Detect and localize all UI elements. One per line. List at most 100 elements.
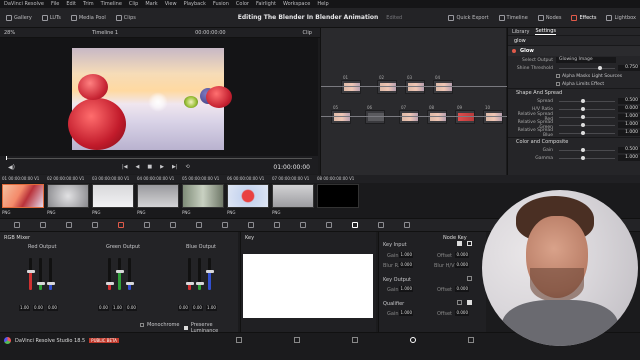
qualifier-mask-icon[interactable] (467, 300, 472, 305)
red-out-blue-handle[interactable] (47, 282, 55, 285)
audio-icon[interactable]: ◀) (8, 164, 15, 171)
curves-icon[interactable] (170, 222, 176, 228)
scrubber[interactable] (6, 158, 312, 159)
key-input-blur-r-value[interactable]: 0.000 (399, 262, 413, 268)
hv-ratio-value[interactable]: 0.000 (618, 106, 640, 112)
node-04[interactable]: 04 (433, 75, 453, 94)
spread-blue-slider[interactable] (559, 130, 615, 135)
key-output-offset-value[interactable]: 0.000 (455, 286, 469, 292)
green-out-red-value[interactable]: 0.00 (98, 305, 109, 311)
menu-item-timeline[interactable]: Timeline (101, 1, 122, 7)
qualifier-gain-value[interactable]: 1.000 (399, 310, 413, 316)
node-09[interactable]: 09 (455, 105, 475, 124)
blue-out-green-handle[interactable] (196, 282, 204, 285)
node-06[interactable]: 06 (365, 105, 385, 124)
blue-out-red-handle[interactable] (186, 282, 194, 285)
key-input-gain-value[interactable]: 1.000 (399, 252, 413, 258)
menu-item-fusion[interactable]: Fusion (213, 1, 229, 7)
menu-item-edit[interactable]: Edit (66, 1, 76, 7)
gain-slider[interactable] (559, 147, 615, 152)
lightbox-button[interactable]: Lightbox (606, 15, 636, 21)
red-out-red-slider[interactable] (29, 258, 32, 290)
clip-thumb-04[interactable] (137, 184, 179, 208)
spread-value[interactable]: 0.500 (618, 98, 640, 104)
blur-icon[interactable] (326, 222, 332, 228)
gamma-slider[interactable] (559, 155, 615, 160)
node-05[interactable]: 05 (331, 105, 351, 124)
qualifier-offset-value[interactable]: 0.000 (455, 310, 469, 316)
node-03[interactable]: 03 (405, 75, 425, 94)
clip-thumb-08[interactable] (317, 184, 359, 208)
reverse-play-button[interactable]: ◀ (136, 164, 140, 170)
shine-threshold-slider[interactable] (559, 65, 615, 70)
hv-ratio-slider[interactable] (559, 106, 615, 111)
blue-out-red-value[interactable]: 0.00 (178, 305, 189, 311)
first-frame-button[interactable]: |◀ (122, 164, 128, 170)
red-out-blue-slider[interactable] (49, 258, 52, 290)
stop-button[interactable]: ■ (147, 164, 152, 170)
quick-export-button[interactable]: Quick Export (448, 15, 489, 21)
spread-slider[interactable] (559, 98, 615, 103)
clip-thumb-05[interactable] (182, 184, 224, 208)
blue-out-blue-handle[interactable] (206, 270, 214, 273)
green-out-red-handle[interactable] (106, 282, 114, 285)
blue-out-green-value[interactable]: 0.00 (192, 305, 203, 311)
spread-blue-value[interactable]: 1.000 (618, 130, 640, 136)
alpha-masks-checkbox[interactable] (556, 74, 560, 78)
monochrome-checkbox[interactable] (140, 323, 144, 327)
shine-threshold-value[interactable]: 0.750 (618, 65, 640, 71)
green-out-green-handle[interactable] (116, 270, 124, 273)
section-shape-spread[interactable]: Shape And Spread (508, 88, 640, 97)
green-out-red-slider[interactable] (108, 258, 111, 290)
menu-item-fairlight[interactable]: Fairlight (256, 1, 276, 7)
menu-item-playback[interactable]: Playback (184, 1, 206, 7)
zoom-dropdown[interactable]: 28% (4, 30, 15, 36)
hdr-icon[interactable] (92, 222, 98, 228)
key-icon[interactable] (352, 222, 358, 228)
qualifier-invert-icon[interactable] (457, 300, 462, 305)
nodes-toggle-button[interactable]: Nodes (537, 15, 561, 21)
page-fusion-icon[interactable] (352, 337, 358, 343)
menu-item-workspace[interactable]: Workspace (283, 1, 310, 7)
menu-item-mark[interactable]: Mark (145, 1, 157, 7)
gain-value[interactable]: 0.500 (618, 147, 640, 153)
key-input-mask-icon[interactable] (467, 241, 472, 246)
alpha-limits-checkbox[interactable] (556, 82, 560, 86)
key-input-offset-value[interactable]: 0.000 (455, 252, 469, 258)
tracker-icon[interactable] (274, 222, 280, 228)
page-fairlight-icon[interactable] (468, 337, 474, 343)
timeline-name-dropdown[interactable]: Timeline 1 (92, 30, 118, 36)
green-out-blue-slider[interactable] (128, 258, 131, 290)
key-output-gain-value[interactable]: 1.000 (399, 286, 413, 292)
node-10[interactable]: 10 (483, 105, 503, 124)
color-wheels-icon[interactable] (66, 222, 72, 228)
play-button[interactable]: ▶ (160, 164, 164, 170)
key-output-invert-icon[interactable] (467, 276, 472, 281)
menu-item-app[interactable]: DaVinci Resolve (4, 1, 44, 7)
page-media-icon[interactable] (236, 337, 242, 343)
preserve-luminance-checkbox[interactable] (184, 326, 188, 330)
menu-item-file[interactable]: File (51, 1, 59, 7)
select-output-dropdown[interactable]: Glowing Image (556, 57, 616, 63)
effects-search-input[interactable]: glow (514, 38, 526, 44)
timeline-toggle-button[interactable]: Timeline (498, 15, 528, 21)
last-frame-button[interactable]: ▶| (172, 164, 178, 170)
blue-out-red-slider[interactable] (188, 258, 191, 290)
clip-thumb-07[interactable] (272, 184, 314, 208)
sizing-icon[interactable] (378, 222, 384, 228)
tab-settings[interactable]: Settings (535, 28, 556, 35)
green-out-green-slider[interactable] (118, 258, 121, 290)
spread-red-value[interactable]: 1.000 (618, 114, 640, 120)
key-input-invert-icon[interactable] (457, 241, 462, 246)
spread-green-slider[interactable] (559, 122, 615, 127)
menu-item-trim[interactable]: Trim (83, 1, 94, 7)
clip-thumb-02[interactable] (47, 184, 89, 208)
spread-red-slider[interactable] (559, 114, 615, 119)
rgb-mixer-icon[interactable] (118, 222, 124, 228)
red-out-red-value[interactable]: 1.00 (19, 305, 30, 311)
node-08[interactable]: 08 (427, 105, 447, 124)
green-out-blue-handle[interactable] (126, 282, 134, 285)
blue-out-blue-slider[interactable] (208, 258, 211, 290)
blue-out-green-slider[interactable] (198, 258, 201, 290)
node-02[interactable]: 02 (377, 75, 397, 94)
